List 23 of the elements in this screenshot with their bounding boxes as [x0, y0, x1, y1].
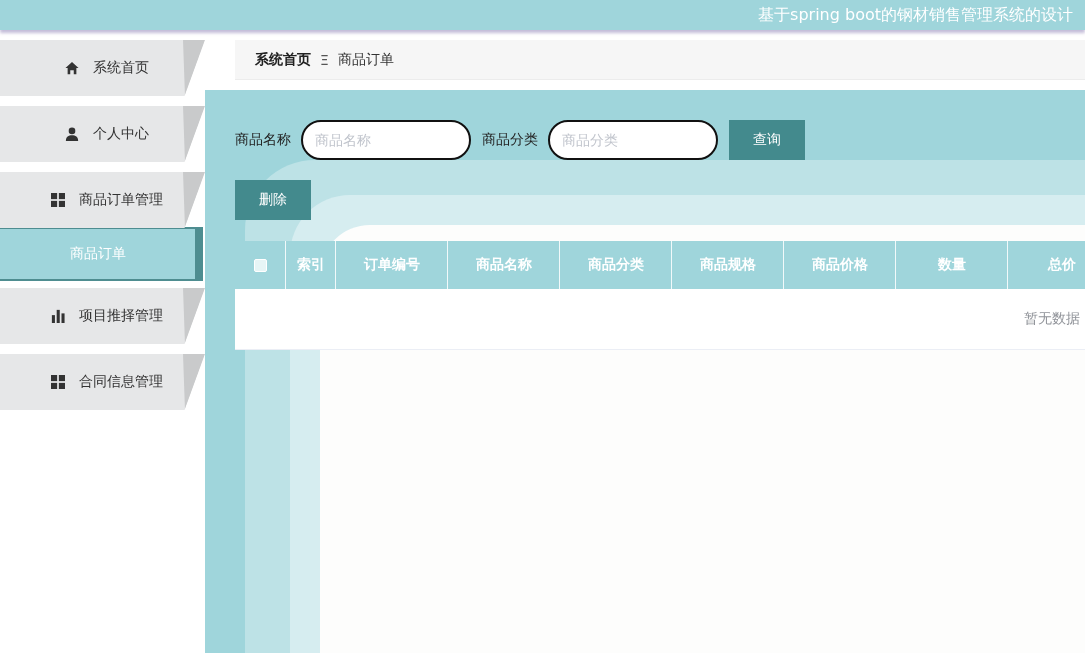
field-label: 商品分类	[482, 131, 538, 149]
user-icon	[64, 127, 79, 141]
grid-icon	[50, 375, 65, 389]
app-title: 基于spring boot的钢材销售管理系统的设计	[758, 4, 1073, 26]
menu-item[interactable]: 个人中心	[0, 106, 205, 162]
breadcrumb-link[interactable]: 系统首页	[255, 50, 311, 69]
search-field[interactable]: 商品名称	[301, 120, 471, 160]
bar-chart-icon	[50, 309, 65, 323]
empty-text: 暂无数据	[1024, 310, 1080, 328]
select-all-checkbox[interactable]	[253, 258, 267, 272]
breadcrumb-current: 商品订单	[337, 50, 394, 69]
search-field[interactable]: 商品分类	[548, 120, 718, 160]
home-icon	[64, 61, 79, 75]
menu-item[interactable]: 商品订单管理	[0, 172, 205, 228]
field-label: 商品名称	[235, 131, 291, 149]
action-button[interactable]: 删除	[235, 180, 311, 220]
search-button[interactable]: 查询	[729, 120, 805, 160]
menu-item[interactable]: 合同信息管理	[0, 354, 205, 410]
menu-item[interactable]: 系统首页	[0, 40, 205, 96]
grid-icon	[50, 193, 65, 207]
breadcrumb-separator: Ξ	[320, 51, 329, 68]
column-header: 总价	[1046, 255, 1077, 274]
menu-item[interactable]: 项目推择管理	[0, 288, 205, 344]
